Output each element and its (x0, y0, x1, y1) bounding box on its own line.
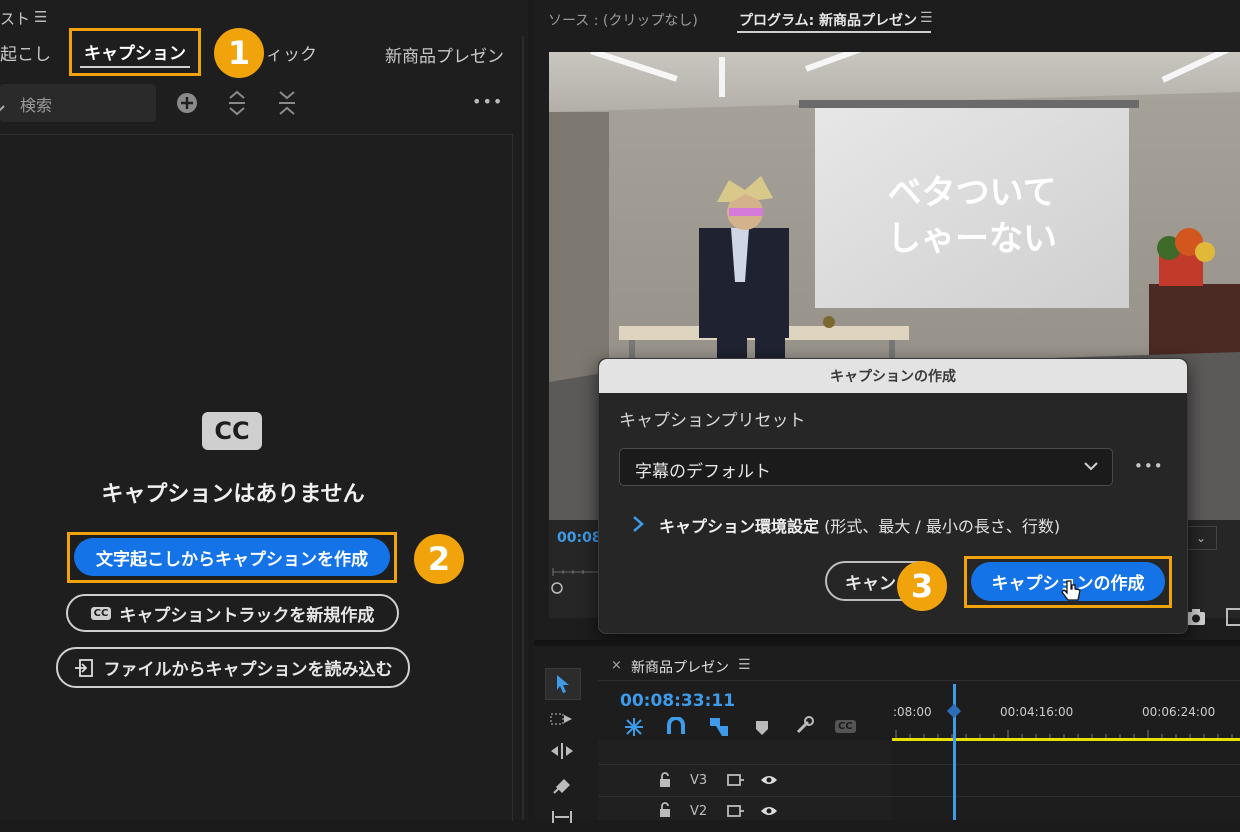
import-captions-label: ファイルからキャプションを読み込む (103, 660, 393, 680)
tab-graphics[interactable]: ィック (266, 40, 317, 65)
sync-lock-icon[interactable] (727, 773, 745, 787)
tab-captions-underline (80, 66, 190, 68)
sync-lock-icon[interactable] (727, 804, 745, 818)
ripple-edit-tool[interactable] (545, 736, 579, 766)
step-badge-3: 3 (897, 561, 947, 611)
time-ruler[interactable] (892, 722, 1240, 738)
close-sequence-icon[interactable]: × (611, 658, 622, 673)
caption-track-toggle-icon[interactable]: CC (835, 720, 856, 733)
cc-small-icon: CC (90, 606, 112, 620)
razor-icon (553, 779, 570, 794)
track-label-v3: V3 (690, 773, 708, 788)
track-label-v2: V2 (690, 804, 708, 819)
wrench-icon[interactable] (794, 716, 814, 736)
sequence-name-label: 新商品プレゼン (385, 47, 504, 67)
ruler-label: 00:06:24:00 (1142, 705, 1216, 719)
panel-title-fragment: スト (0, 10, 31, 28)
new-caption-track-button[interactable]: CC キャプショントラックを新規作成 (66, 594, 399, 632)
program-tab-underline (737, 31, 931, 33)
dialog-title: キャプションの作成 (599, 359, 1187, 393)
screen-text-line1: ベタついて (888, 173, 1057, 213)
arrow-cursor-icon (557, 675, 569, 693)
tab-transcript[interactable]: 起こし (0, 40, 51, 65)
timeline-timecode[interactable]: 00:08:33:11 (620, 691, 735, 711)
work-area-bar[interactable] (892, 738, 1240, 741)
preset-label: キャプションプリセット (619, 411, 806, 431)
chevron-right-icon[interactable] (631, 515, 645, 533)
new-caption-track-label: キャプショントラックを新規作成 (119, 605, 375, 626)
preset-more-button[interactable]: ••• (1134, 457, 1164, 475)
cc-icon: CC (202, 412, 262, 450)
program-menu-icon[interactable]: ☰ (920, 10, 933, 26)
screen-text-line2: しゃーない (887, 219, 1057, 259)
add-icon[interactable] (176, 92, 198, 114)
caption-preferences-label: キャプション環境設定 (659, 517, 820, 536)
source-monitor-tab[interactable]: ソース : (クリップなし) (548, 10, 698, 30)
create-captions-dialog: キャプションの作成 キャプションプリセット 字幕のデフォルト ••• キャプショ… (598, 358, 1188, 634)
program-timecode[interactable]: 00:08 (557, 530, 602, 546)
empty-state-title: キャプションはありません (101, 482, 365, 507)
export-frame-icon[interactable] (1186, 608, 1206, 626)
timeline-sequence-tab[interactable]: 新商品プレゼン (631, 657, 729, 677)
timeline-menu-icon[interactable]: ☰ (738, 657, 751, 673)
track-divider-2 (598, 796, 1240, 797)
search-placeholder: 検索 (20, 96, 53, 115)
marker-icon[interactable] (754, 719, 770, 737)
search-icon (0, 105, 5, 112)
snap-icon[interactable] (622, 717, 646, 737)
expand-icon[interactable] (226, 90, 248, 116)
track-divider-1 (598, 764, 1240, 765)
cancel-label: キャン (845, 573, 896, 594)
button-editor-icon[interactable] (1226, 608, 1240, 626)
caption-preferences-toggle[interactable]: キャプション環境設定 (形式、最大 / 最小の長さ、行数) (659, 513, 1060, 537)
chevron-down-icon (1084, 462, 1098, 471)
collapse-icon[interactable] (276, 90, 298, 116)
track-headers (598, 740, 892, 820)
timeline-header-divider (598, 680, 1240, 681)
import-icon (74, 658, 93, 677)
lock-icon[interactable] (658, 772, 672, 788)
selection-tool[interactable] (545, 668, 581, 700)
create-from-transcript-button[interactable]: 文字起こしからキャプションを作成 (74, 538, 390, 576)
program-monitor-tab[interactable]: プログラム: 新商品プレゼン (739, 10, 917, 30)
track-select-icon (550, 713, 572, 725)
eye-icon[interactable] (760, 805, 778, 817)
panel-divider (522, 36, 524, 820)
eye-icon[interactable] (760, 774, 778, 786)
panel-menu-icon[interactable]: ☰ (34, 8, 47, 26)
hand-cursor-icon (1061, 580, 1081, 601)
caption-preferences-hint: (形式、最大 / 最小の長さ、行数) (819, 517, 1061, 536)
slip-icon (552, 811, 572, 823)
step-badge-2: 2 (414, 534, 464, 584)
linked-selection-icon[interactable] (666, 717, 686, 737)
ruler-label: :08:00 (893, 705, 932, 719)
track-select-tool[interactable] (545, 704, 579, 734)
ripple-edit-icon (551, 743, 573, 759)
ruler-label: 00:04:16:00 (1000, 705, 1074, 719)
tab-captions[interactable]: キャプション (84, 39, 186, 64)
slip-tool[interactable] (545, 802, 579, 832)
zoom-dropdown-chevron-icon[interactable]: ⌄ (1186, 526, 1217, 550)
panel-more-button[interactable]: ••• (472, 92, 503, 111)
import-captions-button[interactable]: ファイルからキャプションを読み込む (56, 647, 410, 688)
lock-icon[interactable] (658, 802, 672, 818)
preset-dropdown-value: 字幕のデフォルト (635, 462, 771, 482)
razor-tool[interactable] (545, 770, 579, 800)
step-badge-1: 1 (214, 28, 264, 78)
add-marker-sync-icon[interactable] (708, 716, 730, 738)
